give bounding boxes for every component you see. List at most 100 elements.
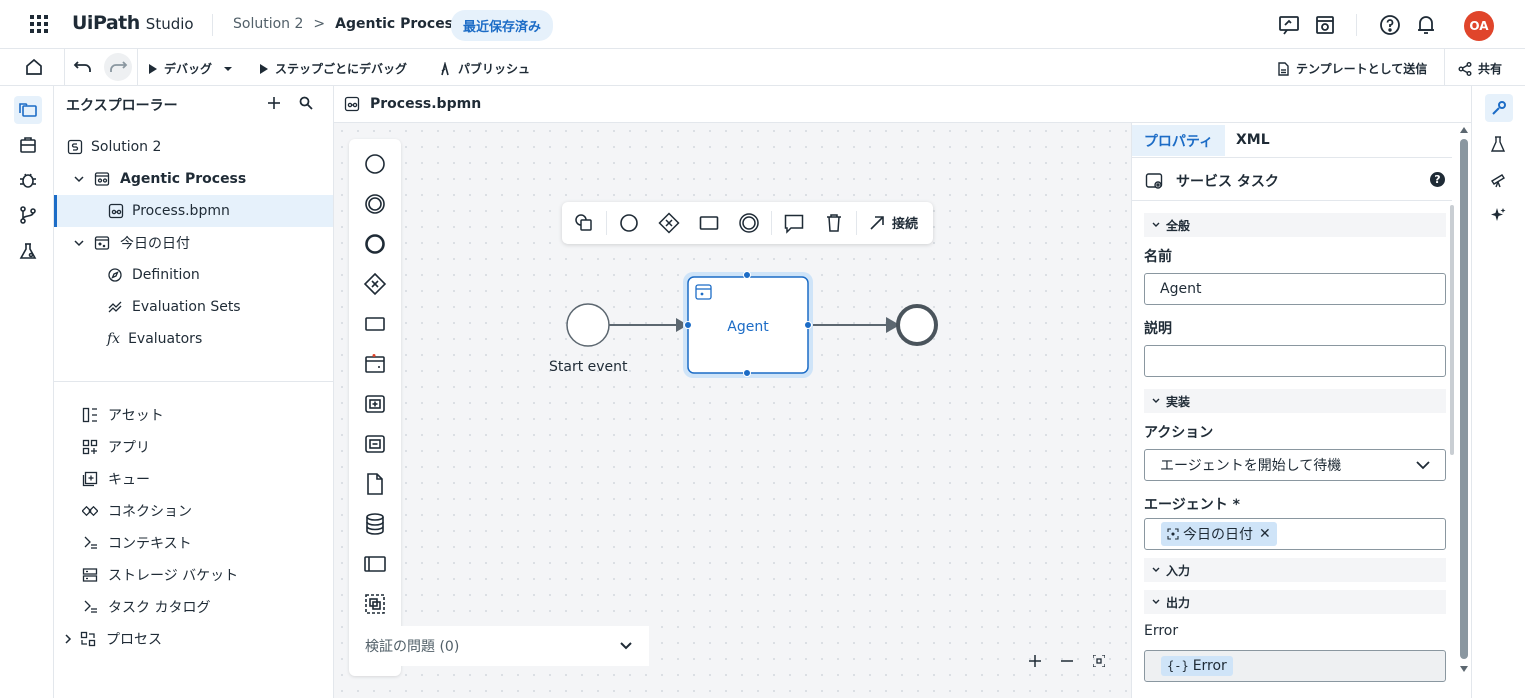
undo-icon[interactable] xyxy=(73,58,93,76)
debug-button[interactable]: デバッグ xyxy=(148,60,233,77)
zoom-in-icon[interactable] xyxy=(1029,655,1041,667)
start-event-tool-icon[interactable] xyxy=(363,152,387,176)
subprocess-expanded-tool-icon[interactable] xyxy=(363,392,387,416)
step-debug-button[interactable]: ステップごとにデバッグ xyxy=(259,60,407,77)
append-task-icon[interactable] xyxy=(698,212,720,234)
validation-label: 検証の問題 (0) xyxy=(365,639,460,655)
agent-picker[interactable]: 今日の日付 ✕ xyxy=(1144,518,1446,550)
editor-tab-label: Process.bpmn xyxy=(370,96,482,112)
agent-task-label: Agent xyxy=(727,319,769,335)
editor-tab-process-bpmn[interactable]: Process.bpmn xyxy=(344,96,481,112)
inner-scrollbar-thumb[interactable] xyxy=(1450,205,1454,455)
section-output[interactable]: 出力 xyxy=(1144,590,1446,614)
agent-task-tool-icon[interactable] xyxy=(363,352,387,376)
tree-item-evaluators[interactable]: fx Evaluators xyxy=(54,323,333,355)
section-input[interactable]: 入力 xyxy=(1144,558,1446,582)
resource-processes[interactable]: プロセス xyxy=(54,623,162,655)
resource-storage-buckets[interactable]: ストレージ バケット xyxy=(54,559,238,591)
tree-item-process-bpmn[interactable]: Process.bpmn xyxy=(54,195,333,227)
append-intermediate-event-icon[interactable] xyxy=(738,212,760,234)
apps-grid-icon[interactable] xyxy=(30,15,48,33)
outer-scrollbar[interactable] xyxy=(1458,125,1470,696)
chevron-right-icon[interactable] xyxy=(64,634,72,644)
scroll-down-icon[interactable] xyxy=(1460,666,1468,672)
description-input[interactable] xyxy=(1144,345,1446,377)
breadcrumb-process[interactable]: Agentic Process xyxy=(335,16,461,32)
chevron-down-icon[interactable] xyxy=(74,175,84,183)
pool-tool-icon[interactable] xyxy=(363,552,387,576)
breadcrumb-solution[interactable]: Solution 2 xyxy=(233,16,303,32)
tree-item-solution[interactable]: Solution 2 xyxy=(54,131,333,163)
section-general[interactable]: 全般 xyxy=(1144,213,1446,237)
debug-dropdown-icon[interactable] xyxy=(224,66,233,72)
tree-item-evaluation-sets[interactable]: Evaluation Sets xyxy=(54,291,333,323)
resource-assets[interactable]: アセット xyxy=(54,399,164,431)
resource-context[interactable]: コンテキスト xyxy=(54,527,192,559)
help-circle-icon[interactable]: ? xyxy=(1430,172,1445,187)
toolbar-divider-2 xyxy=(137,49,138,86)
action-select[interactable]: エージェントを開始して待機 xyxy=(1144,449,1446,481)
orchestrator-icon[interactable] xyxy=(1314,14,1336,36)
fit-to-screen-icon[interactable] xyxy=(1093,655,1105,667)
properties-rail-button[interactable] xyxy=(1485,94,1513,122)
end-event-tool-icon[interactable] xyxy=(363,232,387,256)
validation-panel[interactable]: 検証の問題 (0) xyxy=(349,626,649,666)
scroll-up-icon[interactable] xyxy=(1460,127,1468,133)
task-tool-icon[interactable] xyxy=(363,312,387,336)
telescope-icon[interactable] xyxy=(1490,172,1506,188)
feedback-icon[interactable] xyxy=(1278,14,1300,36)
zoom-out-icon[interactable] xyxy=(1061,655,1073,667)
name-input[interactable]: Agent xyxy=(1144,273,1446,305)
group-tool-icon[interactable] xyxy=(363,592,387,616)
chip-close-icon[interactable]: ✕ xyxy=(1259,526,1271,542)
add-plus-icon[interactable] xyxy=(267,96,281,110)
redo-button[interactable] xyxy=(104,53,132,81)
send-template-button[interactable]: テンプレートとして送信 xyxy=(1276,60,1427,77)
search-icon[interactable] xyxy=(299,96,313,110)
tree-item-agentic-process[interactable]: Agentic Process xyxy=(54,163,333,195)
home-icon[interactable] xyxy=(25,58,43,76)
explorer-rail-button[interactable] xyxy=(14,96,42,124)
source-control-icon[interactable] xyxy=(19,206,37,224)
delete-trash-icon[interactable] xyxy=(823,212,845,234)
outer-scrollbar-thumb[interactable] xyxy=(1460,139,1468,659)
resource-task-catalog[interactable]: タスク カタログ xyxy=(54,591,210,623)
comment-icon[interactable] xyxy=(783,212,805,234)
section-implementation[interactable]: 実装 xyxy=(1144,389,1446,413)
change-type-icon[interactable] xyxy=(573,212,595,234)
debug-bug-icon[interactable] xyxy=(19,171,37,189)
data-store-tool-icon[interactable] xyxy=(363,512,387,536)
append-gateway-icon[interactable] xyxy=(658,212,680,234)
share-button[interactable]: 共有 xyxy=(1458,60,1502,77)
chevron-down-icon-validation[interactable] xyxy=(619,641,633,651)
intermediate-event-tool-icon[interactable] xyxy=(363,192,387,216)
flask-icon[interactable] xyxy=(1490,136,1506,152)
chevron-down-icon-2[interactable] xyxy=(74,239,84,247)
resources-icon[interactable] xyxy=(19,136,37,154)
end-event-shape[interactable] xyxy=(896,304,938,346)
user-avatar[interactable]: OA xyxy=(1464,11,1494,41)
error-output-field[interactable]: {-} Error xyxy=(1144,650,1446,682)
flow-agent-to-end[interactable] xyxy=(808,317,900,333)
resource-apps[interactable]: アプリ xyxy=(54,431,150,463)
help-icon[interactable] xyxy=(1379,14,1401,36)
connect-button[interactable]: 接続 xyxy=(868,213,918,232)
resource-connections[interactable]: コネクション xyxy=(54,495,192,527)
tree-item-definition[interactable]: Definition xyxy=(54,259,333,291)
product-logo[interactable]: UiPath Studio xyxy=(72,12,194,34)
tab-properties[interactable]: プロパティ xyxy=(1132,125,1225,156)
tree-item-agent-today[interactable]: 今日の日付 xyxy=(54,227,333,259)
start-event-shape[interactable] xyxy=(566,303,610,347)
resource-queues[interactable]: キュー xyxy=(54,463,150,495)
append-event-icon[interactable] xyxy=(618,212,640,234)
tab-xml[interactable]: XML xyxy=(1236,132,1270,148)
connect-label: 接続 xyxy=(892,217,919,232)
publish-button[interactable]: パブリッシュ xyxy=(438,60,530,77)
sparkle-icon[interactable] xyxy=(1490,207,1506,223)
flow-start-to-agent[interactable] xyxy=(609,318,688,332)
notification-bell-icon[interactable] xyxy=(1416,14,1436,36)
testing-flask-icon[interactable] xyxy=(19,242,37,260)
data-object-tool-icon[interactable] xyxy=(363,472,387,496)
subprocess-collapsed-tool-icon[interactable] xyxy=(363,432,387,456)
gateway-tool-icon[interactable] xyxy=(363,272,387,296)
